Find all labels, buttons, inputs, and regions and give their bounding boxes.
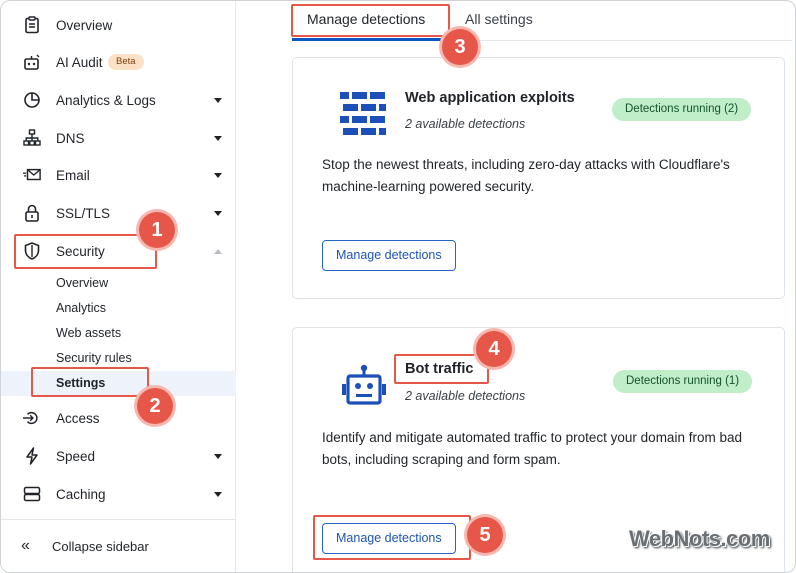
chevron-down-icon[interactable] <box>214 172 222 178</box>
sidebar-subitem-settings[interactable]: Settings <box>56 376 105 390</box>
clipboard-icon <box>23 16 41 34</box>
sidebar-item-ssl-tls[interactable]: SSL/TLS <box>1 195 236 231</box>
access-icon <box>23 409 41 427</box>
chevron-down-icon[interactable] <box>214 210 222 216</box>
sidebar-divider <box>1 519 236 520</box>
main-content: Manage detections All settings Web appli… <box>237 1 795 572</box>
chevron-down-icon[interactable] <box>214 97 222 103</box>
chevron-down-icon[interactable] <box>214 491 222 497</box>
sidebar-subitem-security-rules[interactable]: Security rules <box>56 351 132 365</box>
bot-icon <box>342 364 386 411</box>
double-chevron-left-icon: « <box>21 537 30 554</box>
sidebar-item-label: Email <box>56 167 90 183</box>
sidebar-item-analytics-logs[interactable]: Analytics & Logs <box>1 82 236 118</box>
card-subtitle: 2 available detections <box>405 117 526 131</box>
chevron-down-icon[interactable] <box>214 135 222 141</box>
sidebar-item-label: SSL/TLS <box>56 205 111 221</box>
chevron-down-icon[interactable] <box>214 453 222 459</box>
annotation-5: 5 <box>467 517 503 553</box>
pie-chart-icon <box>23 91 41 109</box>
status-badge: Detections running (1) <box>613 370 753 393</box>
annotation-2: 2 <box>137 388 173 424</box>
firewall-bricks-icon <box>340 92 386 141</box>
card-title: Bot traffic <box>405 361 474 377</box>
network-icon <box>23 129 41 147</box>
card-title: Web application exploits <box>405 90 575 106</box>
sidebar-item-label: Access <box>56 410 100 426</box>
sidebar-item-ai-audit[interactable]: AI Audit Beta <box>1 44 236 80</box>
sidebar-subitem-settings-row[interactable] <box>1 371 236 396</box>
chevron-up-icon[interactable] <box>214 248 222 254</box>
card-subtitle: 2 available detections <box>405 389 526 403</box>
watermark: WebNots.com <box>629 526 770 551</box>
bolt-icon <box>23 447 41 465</box>
shield-icon <box>23 242 41 260</box>
sidebar-item-label: Analytics & Logs <box>56 92 156 108</box>
sidebar-item-caching[interactable]: Caching <box>1 476 236 512</box>
web-application-exploits-card: Web application exploits 2 available det… <box>292 57 785 299</box>
sidebar-item-label: Speed <box>56 448 96 464</box>
sidebar-item-security[interactable]: Security <box>1 233 236 269</box>
manage-detections-button[interactable]: Manage detections <box>322 523 456 554</box>
sidebar-subitem-analytics[interactable]: Analytics <box>56 301 106 315</box>
sidebar-item-label: Overview <box>56 17 113 33</box>
annotation-4: 4 <box>476 331 512 367</box>
collapse-sidebar-label: Collapse sidebar <box>52 538 149 554</box>
sidebar-item-access[interactable]: Access <box>1 400 236 436</box>
annotation-1: 1 <box>139 212 175 248</box>
sidebar-item-overview[interactable]: Overview <box>1 7 236 43</box>
lock-icon <box>23 204 41 222</box>
beta-badge: Beta <box>108 54 144 70</box>
tab-manage-detections[interactable]: Manage detections <box>307 11 425 27</box>
email-icon <box>23 166 41 184</box>
robot-icon <box>23 53 41 71</box>
sidebar-item-speed[interactable]: Speed <box>1 438 236 474</box>
manage-detections-button[interactable]: Manage detections <box>322 240 456 271</box>
sidebar-item-email[interactable]: Email <box>1 157 236 193</box>
tab-all-settings[interactable]: All settings <box>465 11 533 27</box>
sidebar-item-label: DNS <box>56 130 85 146</box>
sidebar-item-dns[interactable]: DNS <box>1 120 236 156</box>
collapse-sidebar-button[interactable]: « Collapse sidebar <box>1 531 236 561</box>
sidebar-subitem-overview[interactable]: Overview <box>56 276 108 290</box>
sidebar: Overview AI Audit Beta Analytics & Logs … <box>1 1 236 572</box>
active-tab-indicator <box>292 38 442 41</box>
annotation-3: 3 <box>442 29 478 65</box>
sidebar-subitem-web-assets[interactable]: Web assets <box>56 326 121 340</box>
sidebar-item-label: Caching <box>56 486 106 502</box>
app-window: Overview AI Audit Beta Analytics & Logs … <box>0 0 796 573</box>
status-badge: Detections running (2) <box>612 98 752 121</box>
sidebar-item-label: Security <box>56 243 105 259</box>
sidebar-item-label: AI Audit <box>56 54 103 70</box>
card-description: Stop the newest threats, including zero-… <box>322 157 730 194</box>
database-icon <box>23 485 41 503</box>
card-description: Identify and mitigate automated traffic … <box>322 430 742 467</box>
